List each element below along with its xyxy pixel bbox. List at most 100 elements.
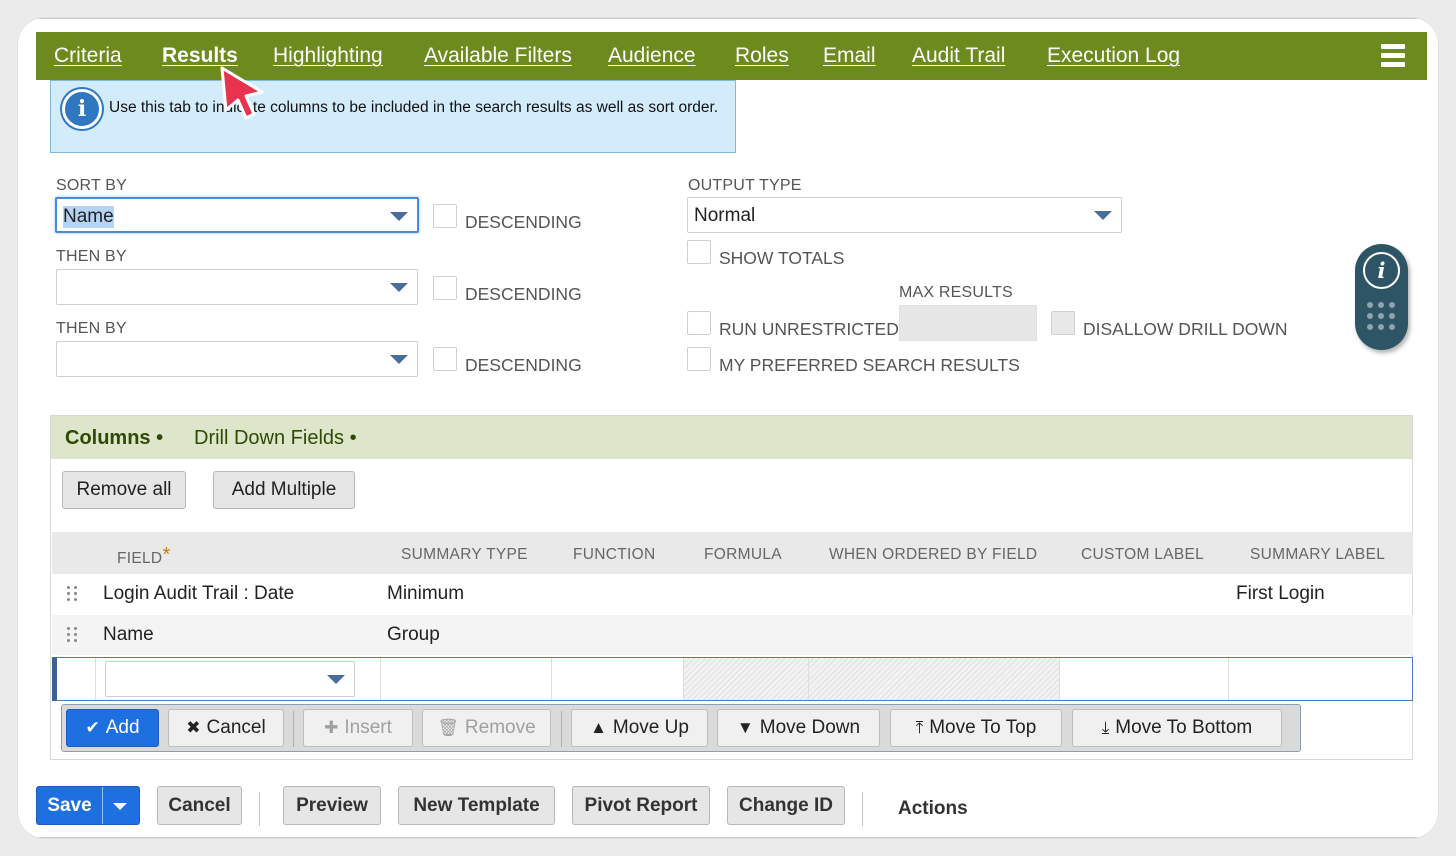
show-totals-label: SHOW TOTALS <box>719 248 845 268</box>
then-by-label-2: THEN BY <box>56 320 127 337</box>
save-split-button[interactable]: Save <box>36 786 140 825</box>
move-to-top-button[interactable]: ⤒ Move To Top <box>890 709 1062 747</box>
table-row[interactable]: Login Audit Trail : Date Minimum First L… <box>52 574 1413 614</box>
add-button[interactable]: ✔ Add <box>66 709 159 747</box>
cell-summary-label: First Login <box>1236 583 1325 604</box>
move-to-bottom-icon: ⤓ <box>1101 718 1110 737</box>
help-widget[interactable]: i <box>1355 244 1408 350</box>
add-multiple-button[interactable]: Add Multiple <box>213 471 355 509</box>
output-type-select[interactable]: Normal <box>687 197 1122 233</box>
then-by-select-1[interactable] <box>56 269 418 305</box>
max-results-input <box>899 305 1037 341</box>
then-by-select-2[interactable] <box>56 341 418 377</box>
output-type-value: Normal <box>694 205 756 226</box>
header-custom-label: CUSTOM LABEL <box>1081 546 1205 563</box>
move-to-bottom-button[interactable]: ⤓ Move To Bottom <box>1072 709 1282 747</box>
max-results-label: MAX RESULTS <box>899 284 1013 301</box>
pivot-report-button[interactable]: Pivot Report <box>572 786 710 825</box>
run-unrestricted-label: RUN UNRESTRICTED <box>719 319 899 339</box>
edit-cell-formula <box>684 658 809 700</box>
trash-icon: 🗑 <box>437 718 459 737</box>
tab-columns[interactable]: Columns • <box>65 427 163 450</box>
edit-cell-function[interactable] <box>552 658 684 700</box>
cancel-row-button[interactable]: ✖ Cancel <box>168 709 284 747</box>
drag-handle-icon[interactable] <box>67 627 79 645</box>
remove-all-button[interactable]: Remove all <box>62 471 186 509</box>
insert-button: ✚ Insert <box>303 709 413 747</box>
chevron-down-icon <box>390 212 408 221</box>
edit-cell-field <box>96 658 381 700</box>
new-template-button[interactable]: New Template <box>398 786 555 825</box>
move-to-top-icon: ⤒ <box>915 718 924 737</box>
bottom-divider <box>36 837 1427 838</box>
tab-highlighting[interactable]: Highlighting <box>273 44 383 68</box>
my-preferred-label: MY PREFERRED SEARCH RESULTS <box>719 355 1020 375</box>
edit-row <box>52 657 1413 701</box>
chevron-down-icon <box>1094 211 1112 220</box>
toolbar-divider <box>561 711 562 747</box>
button-divider <box>862 792 863 826</box>
row-toolbar: ✔ Add ✖ Cancel ✚ Insert 🗑 Remove ▲ Move Up ▼ M… <box>61 704 1301 752</box>
cell-field: Name <box>103 624 154 645</box>
sort-by-label: SORT BY <box>56 177 128 194</box>
edit-cell-summary-type[interactable] <box>381 658 552 700</box>
plus-icon: ✚ <box>324 718 339 737</box>
my-preferred-checkbox[interactable] <box>687 347 711 371</box>
help-info-icon[interactable]: i <box>1363 252 1400 289</box>
actions-menu[interactable]: Actions <box>898 798 968 820</box>
descending-checkbox-2[interactable] <box>433 276 457 300</box>
move-up-button[interactable]: ▲ Move Up <box>571 709 708 747</box>
hamburger-menu-icon[interactable] <box>1381 44 1405 68</box>
tab-email[interactable]: Email <box>823 44 876 68</box>
columns-panel: Columns • Drill Down Fields • Remove all… <box>50 415 1413 760</box>
tab-audience[interactable]: Audience <box>608 44 696 68</box>
app-frame: Criteria Results Highlighting Available … <box>18 18 1438 838</box>
toolbar-divider <box>293 711 294 747</box>
close-icon: ✖ <box>186 718 201 737</box>
run-unrestricted-checkbox[interactable] <box>687 311 711 335</box>
descending-checkbox-1[interactable] <box>433 204 457 228</box>
cell-summary-type: Minimum <box>387 583 465 604</box>
sort-by-select[interactable]: Name <box>55 197 419 233</box>
cell-summary-type: Group <box>387 624 440 645</box>
info-icon: i <box>62 89 102 129</box>
change-id-button[interactable]: Change ID <box>727 786 845 825</box>
save-button[interactable]: Save <box>37 787 103 824</box>
save-dropdown-icon[interactable] <box>113 803 127 810</box>
header-field: FIELD* <box>117 544 171 567</box>
tab-available-filters[interactable]: Available Filters <box>424 44 572 68</box>
button-divider <box>259 792 260 826</box>
edit-cell-custom-label[interactable] <box>1060 658 1229 700</box>
check-icon: ✔ <box>85 718 100 737</box>
tab-execution-log[interactable]: Execution Log <box>1047 44 1180 68</box>
header-when-ordered-by-field: WHEN ORDERED BY FIELD <box>829 546 1038 563</box>
preview-button[interactable]: Preview <box>283 786 381 825</box>
table-row[interactable]: Name Group <box>52 615 1413 655</box>
descending-label-1: DESCENDING <box>465 212 582 232</box>
header-summary-type: SUMMARY TYPE <box>401 546 528 563</box>
mouse-cursor-icon <box>220 66 264 120</box>
tab-drill-down-fields[interactable]: Drill Down Fields • <box>194 427 357 450</box>
tab-roles[interactable]: Roles <box>735 44 789 68</box>
cancel-button[interactable]: Cancel <box>157 786 242 825</box>
sort-by-value: Name <box>63 206 114 228</box>
table-header: FIELD* SUMMARY TYPE FUNCTION FORMULA WHE… <box>52 532 1413 574</box>
edit-cell-when-ordered <box>809 658 1060 700</box>
chevron-down-icon <box>390 355 408 364</box>
header-formula: FORMULA <box>704 546 782 563</box>
move-down-button[interactable]: ▼ Move Down <box>717 709 880 747</box>
arrow-up-icon: ▲ <box>590 718 607 737</box>
show-totals-checkbox[interactable] <box>687 240 711 264</box>
top-divider <box>36 18 1420 19</box>
tab-criteria[interactable]: Criteria <box>54 44 122 68</box>
drag-handle-icon[interactable] <box>67 586 79 604</box>
info-box: i Use this tab to indicate columns to be… <box>50 80 736 153</box>
info-text: Use this tab to indicate columns to be i… <box>109 99 719 116</box>
tab-audit-trail[interactable]: Audit Trail <box>912 44 1005 68</box>
descending-checkbox-3[interactable] <box>433 347 457 371</box>
descending-label-3: DESCENDING <box>465 355 582 375</box>
descending-label-2: DESCENDING <box>465 284 582 304</box>
panel-tab-bar: Columns • Drill Down Fields • <box>51 416 1412 459</box>
grid-dots-icon[interactable] <box>1367 302 1397 332</box>
output-type-label: OUTPUT TYPE <box>688 177 802 194</box>
